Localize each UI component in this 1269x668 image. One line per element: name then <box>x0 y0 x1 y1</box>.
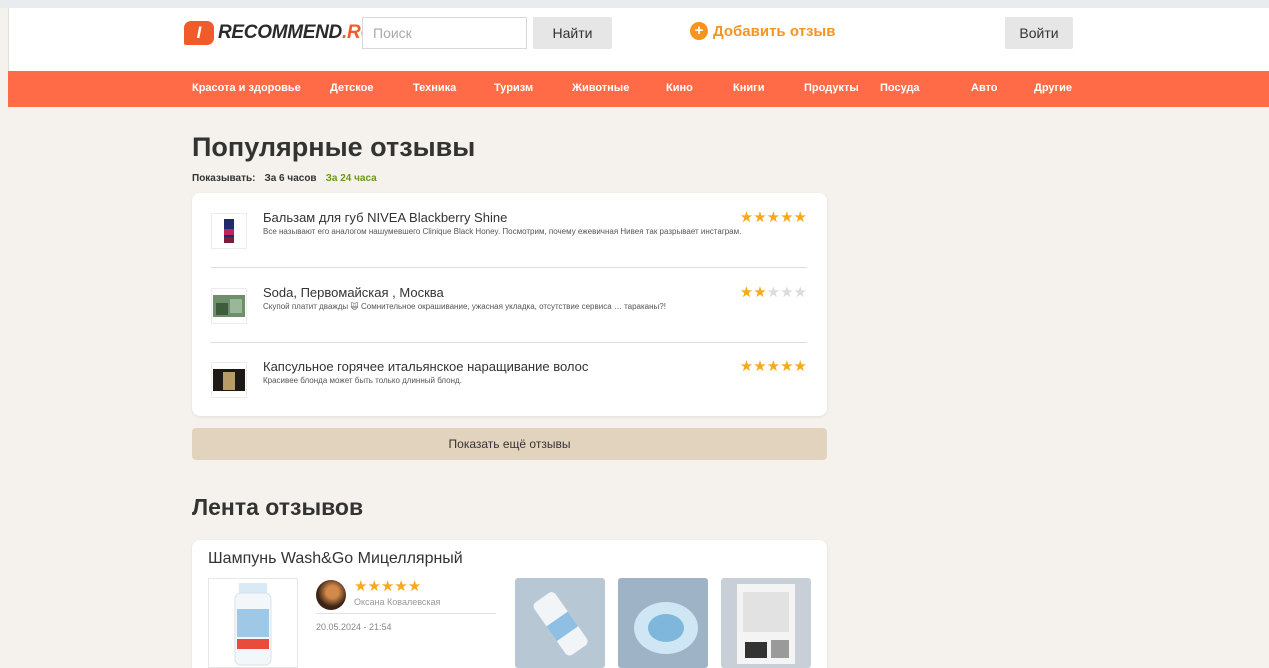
hair-thumbnail <box>211 362 247 398</box>
star-icon: ★ <box>739 284 754 301</box>
popular-title: Популярные отзывы <box>192 132 476 162</box>
nav-item-food[interactable]: Продукты <box>804 82 859 94</box>
star-icon: ★ <box>766 358 781 375</box>
star-icon: ★ <box>367 578 381 595</box>
feed-title: Лента отзывов <box>192 494 364 520</box>
browser-top-strip <box>0 0 1269 8</box>
nav-item-beauty[interactable]: Красота и здоровье <box>192 82 301 94</box>
star-icon: ★ <box>407 578 422 595</box>
star-icon: ★ <box>793 358 807 375</box>
feed-review-card: Шампунь Wash&Go Мицеллярный ★★★★★ Оксана… <box>192 540 827 668</box>
star-icon: ★ <box>753 358 767 375</box>
review-description: Все называют его аналогом нашумевшего Cl… <box>263 227 742 236</box>
logo-mark: I <box>184 21 214 45</box>
star-icon: ★ <box>380 578 395 595</box>
search-input[interactable] <box>362 17 527 49</box>
login-button[interactable]: Войти <box>1005 17 1073 49</box>
review-divider <box>211 342 807 343</box>
nav-item-dishes[interactable]: Посуда <box>880 82 920 94</box>
star-icon: ★ <box>739 358 754 375</box>
review-photo[interactable] <box>721 578 811 668</box>
rating-stars: ★★★★★ <box>354 577 421 595</box>
author-avatar[interactable] <box>316 580 346 610</box>
review-divider <box>211 267 807 268</box>
product-thumbnail <box>211 213 247 249</box>
logo-text: RECOMMEND.RU <box>218 22 374 43</box>
star-icon: ★ <box>793 284 807 301</box>
filter-6-hours[interactable]: За 6 часов <box>264 173 316 184</box>
rating-stars: ★★★★★ <box>740 283 807 301</box>
review-description: Скупой платит дважды 🙀 Сомнительное окра… <box>263 302 666 311</box>
review-item[interactable]: Soda, Первомайская , Москва Скупой плати… <box>211 283 807 325</box>
star-icon: ★ <box>753 209 767 226</box>
filter-24-hours[interactable]: За 24 часа <box>326 173 377 184</box>
review-description: Красивее блонда может быть только длинны… <box>263 376 462 385</box>
nav-item-animals[interactable]: Животные <box>572 82 629 94</box>
nav-item-other[interactable]: Другие <box>1034 82 1072 94</box>
popular-reviews-card: Бальзам для губ NIVEA Blackberry Shine В… <box>192 193 827 416</box>
rating-stars: ★★★★★ <box>740 357 807 375</box>
author-name[interactable]: Оксана Ковалевская <box>354 597 440 607</box>
nav-item-kids[interactable]: Детское <box>330 82 374 94</box>
add-review-label: Добавить отзыв <box>713 22 836 40</box>
salon-thumbnail <box>211 288 247 324</box>
review-title[interactable]: Капсульное горячее итальянское наращиван… <box>263 359 588 374</box>
star-icon: ★ <box>766 209 781 226</box>
nav-item-books[interactable]: Книги <box>733 82 764 94</box>
star-icon: ★ <box>354 578 368 595</box>
star-icon: ★ <box>766 284 781 301</box>
review-date: 20.05.2024 - 21:54 <box>316 622 392 632</box>
add-review-link[interactable]: + Добавить отзыв <box>690 22 835 40</box>
feed-review-title[interactable]: Шампунь Wash&Go Мицеллярный <box>208 550 463 568</box>
site-logo[interactable]: I RECOMMEND.RU <box>184 18 374 48</box>
nav-item-cinema[interactable]: Кино <box>666 82 693 94</box>
nav-item-auto[interactable]: Авто <box>971 82 998 94</box>
show-more-reviews-button[interactable]: Показать ещё отзывы <box>192 428 827 460</box>
time-filter-label: Показывать: <box>192 173 256 184</box>
review-photo[interactable] <box>515 578 605 668</box>
review-title[interactable]: Бальзам для губ NIVEA Blackberry Shine <box>263 210 507 225</box>
star-icon: ★ <box>739 209 754 226</box>
star-icon: ★ <box>394 578 408 595</box>
time-filter: Показывать: За 6 часов За 24 часа <box>192 173 377 184</box>
review-item[interactable]: Бальзам для губ NIVEA Blackberry Shine В… <box>211 208 807 260</box>
find-button[interactable]: Найти <box>533 17 612 49</box>
star-icon: ★ <box>780 284 794 301</box>
star-icon: ★ <box>793 209 807 226</box>
nav-item-tech[interactable]: Техника <box>413 82 456 94</box>
plus-circle-icon: + <box>690 22 708 40</box>
review-photo[interactable] <box>618 578 708 668</box>
rating-stars: ★★★★★ <box>740 208 807 226</box>
star-icon: ★ <box>753 284 767 301</box>
star-icon: ★ <box>780 209 794 226</box>
nav-item-tourism[interactable]: Туризм <box>494 82 533 94</box>
category-nav: Красота и здоровье Детское Техника Туриз… <box>8 71 1269 107</box>
review-title[interactable]: Soda, Первомайская , Москва <box>263 285 444 300</box>
star-icon: ★ <box>780 358 794 375</box>
product-image[interactable] <box>208 578 298 668</box>
review-item[interactable]: Капсульное горячее итальянское наращиван… <box>211 357 807 399</box>
author-divider <box>316 613 496 614</box>
